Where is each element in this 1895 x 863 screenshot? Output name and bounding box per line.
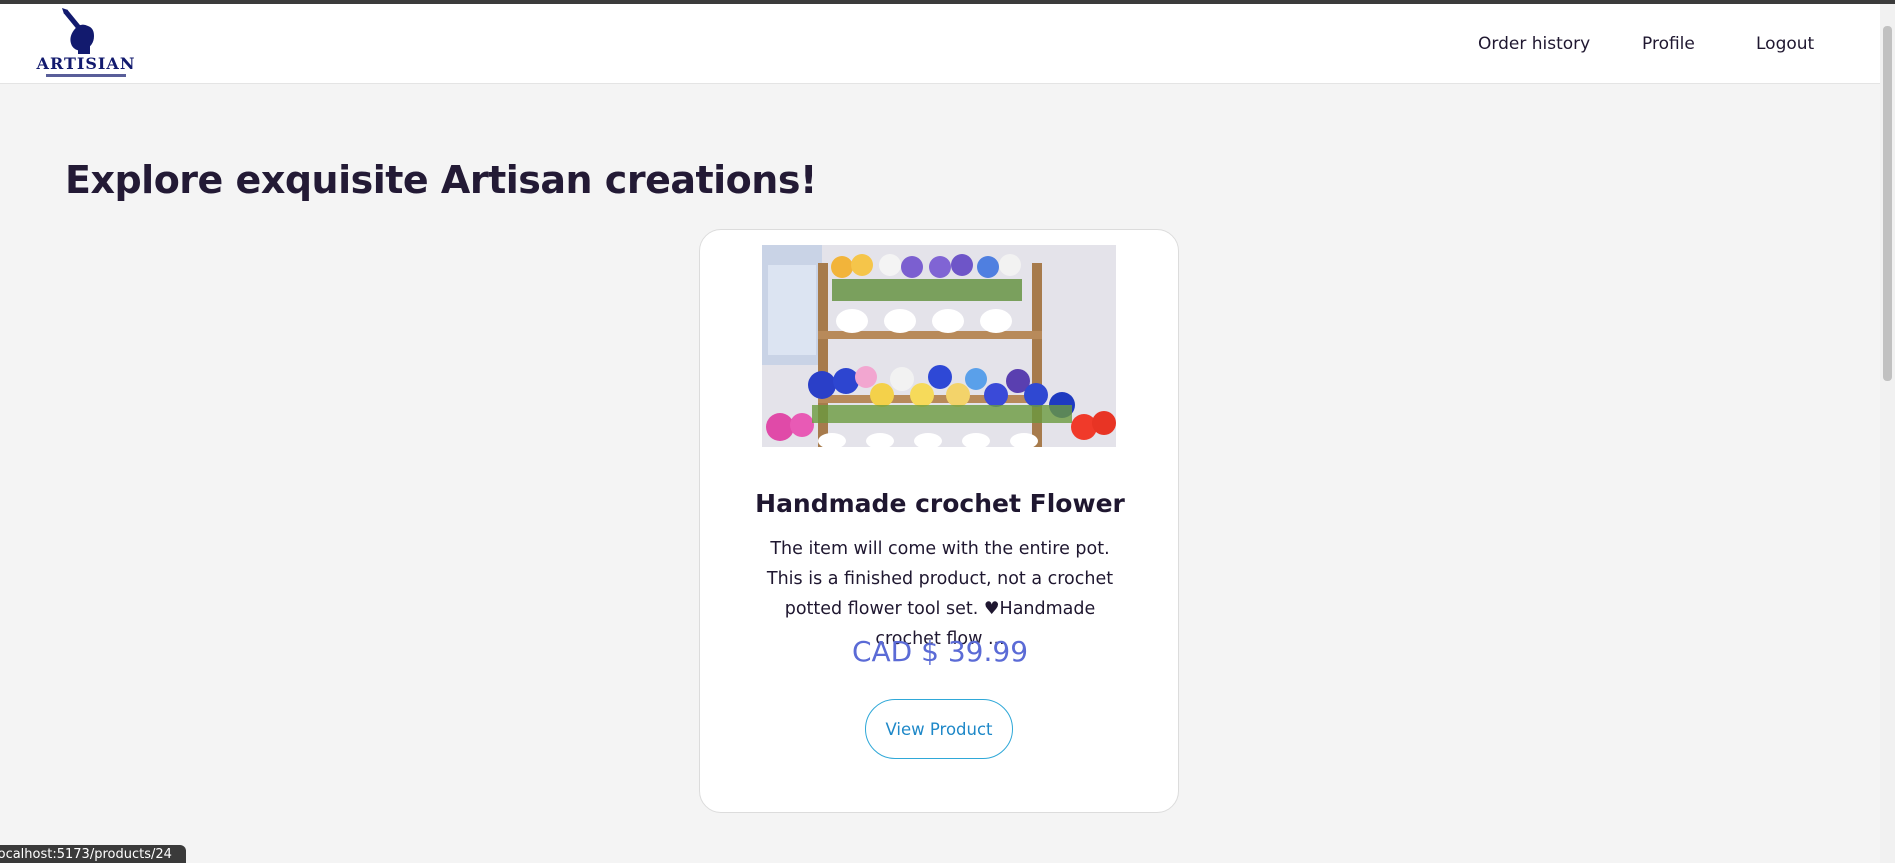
nav-logout[interactable]: Logout	[1756, 34, 1814, 54]
page-scrollbar[interactable]	[1880, 4, 1895, 863]
product-name: Handmade crochet Flower	[755, 489, 1125, 518]
scrollbar-thumb[interactable]	[1883, 26, 1892, 381]
product-price: CAD $ 39.99	[851, 635, 1029, 668]
status-bar-url: localhost:5173/products/24	[0, 845, 186, 863]
logo-tagline	[46, 74, 126, 77]
crochet-flowers-image	[762, 245, 1116, 447]
nav-profile[interactable]: Profile	[1642, 34, 1695, 54]
view-product-button[interactable]: View Product	[865, 699, 1013, 759]
page-title: Explore exquisite Artisan creations!	[65, 158, 817, 202]
fist-holding-pencil-icon	[62, 8, 94, 54]
artisan-logo[interactable]: ARTISIAN	[36, 8, 136, 84]
logo-text: ARTISIAN	[36, 54, 136, 73]
product-image[interactable]	[762, 245, 1116, 447]
navbar: ARTISIAN Order history Profile Logout	[0, 4, 1880, 84]
nav-order-history[interactable]: Order history	[1478, 34, 1590, 54]
product-card: Handmade crochet Flower The item will co…	[699, 229, 1179, 813]
